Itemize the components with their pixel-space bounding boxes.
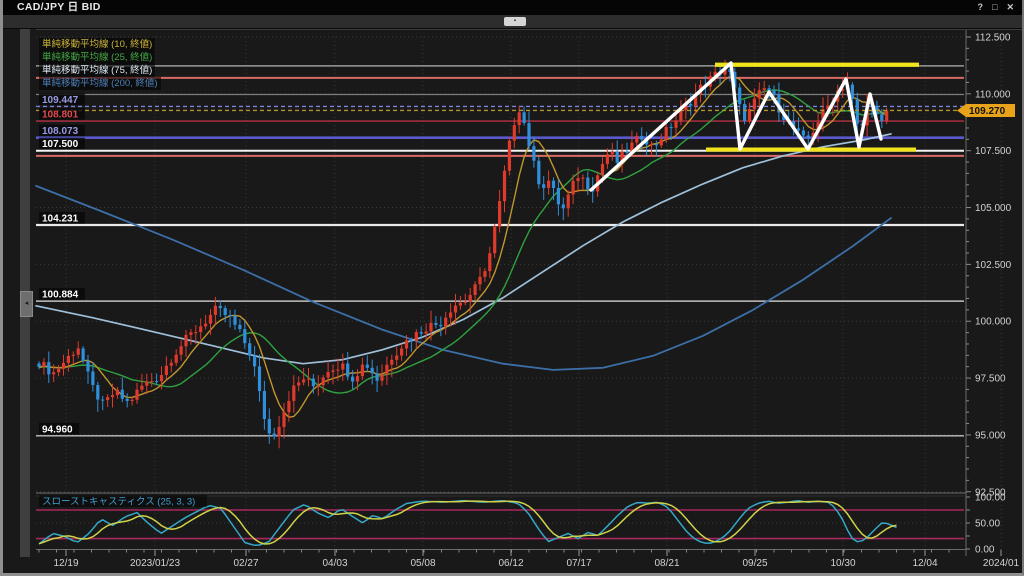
chart-window: CAD/JPY 日 BID ?□✕ ▪ ◂ 単純移動平均線 (10, 終値)単純…	[0, 0, 1024, 576]
legend-item-ma-0[interactable]: 単純移動平均線 (10, 終値)	[39, 38, 155, 51]
candles-layer	[37, 60, 888, 448]
svg-text:100.884: 100.884	[42, 290, 79, 301]
svg-text:2023/01/23: 2023/01/23	[130, 558, 180, 569]
current-price-tag: 109.270	[957, 104, 1015, 117]
svg-text:94.960: 94.960	[42, 424, 73, 435]
svg-text:107.500: 107.500	[42, 139, 79, 150]
svg-text:100.00: 100.00	[975, 493, 1006, 504]
svg-text:109.270: 109.270	[969, 106, 1006, 117]
svg-text:95.000: 95.000	[975, 430, 1006, 441]
ma-legend: 単純移動平均線 (10, 終値)単純移動平均線 (25, 終値)単純移動平均線 …	[39, 38, 161, 90]
stochastics-label: スローストキャスティクス (25, 3, 3)	[39, 495, 207, 508]
svg-text:05/08: 05/08	[410, 558, 435, 569]
svg-text:12/19: 12/19	[53, 558, 78, 569]
time-axis: 12/19 2023/01/23 02/27 04/03 05/08 06/12 07/17…	[39, 550, 1020, 570]
side-panel-toggle-button[interactable]: ◂	[20, 291, 33, 317]
moving-average-lines	[36, 76, 891, 417]
legend-item-ma-1[interactable]: 単純移動平均線 (25, 終値)	[39, 51, 155, 64]
svg-text:06/12: 06/12	[498, 558, 523, 569]
svg-text:07/17: 07/17	[566, 558, 591, 569]
svg-text:10/30: 10/30	[830, 558, 855, 569]
svg-text:108.801: 108.801	[42, 110, 79, 121]
svg-text:04/03: 04/03	[322, 558, 347, 569]
svg-text:102.500: 102.500	[975, 260, 1012, 271]
svg-text:109.447: 109.447	[42, 95, 79, 106]
svg-text:100.000: 100.000	[975, 317, 1012, 328]
svg-text:02/27: 02/27	[233, 558, 258, 569]
svg-text:105.000: 105.000	[975, 203, 1012, 214]
svg-text:97.500: 97.500	[975, 374, 1006, 385]
app-window: CAD/JPY 日 BID ?□✕ ▪ ◂ 単純移動平均線 (10, 終値)単純…	[0, 0, 1024, 576]
svg-text:104.231: 104.231	[42, 214, 79, 225]
svg-text:12/04: 12/04	[912, 558, 937, 569]
svg-text:112.500: 112.500	[975, 33, 1011, 44]
svg-text:50.00: 50.00	[975, 519, 1000, 530]
svg-text:スローストキャスティクス (25, 3, 3): スローストキャスティクス (25, 3, 3)	[42, 497, 195, 508]
svg-text:108.073: 108.073	[42, 126, 79, 137]
svg-text:09/25: 09/25	[742, 558, 767, 569]
legend-item-ma-3[interactable]: 単純移動平均線 (200, 終値)	[39, 77, 161, 90]
price-axis: 112.500 110.000 107.500 105.000 102.500 100.0…	[966, 33, 1012, 499]
svg-text:0.00: 0.00	[975, 545, 995, 556]
svg-text:110.000: 110.000	[975, 89, 1011, 100]
price-level-labels: 109.447 108.801 108.073 107.500 104.231 100.8…	[39, 93, 85, 435]
svg-text:107.500: 107.500	[975, 146, 1012, 157]
legend-item-ma-2[interactable]: 単純移動平均線 (75, 終値)	[39, 64, 155, 77]
svg-text:08/21: 08/21	[654, 558, 679, 569]
svg-text:2024/01: 2024/01	[983, 558, 1020, 569]
